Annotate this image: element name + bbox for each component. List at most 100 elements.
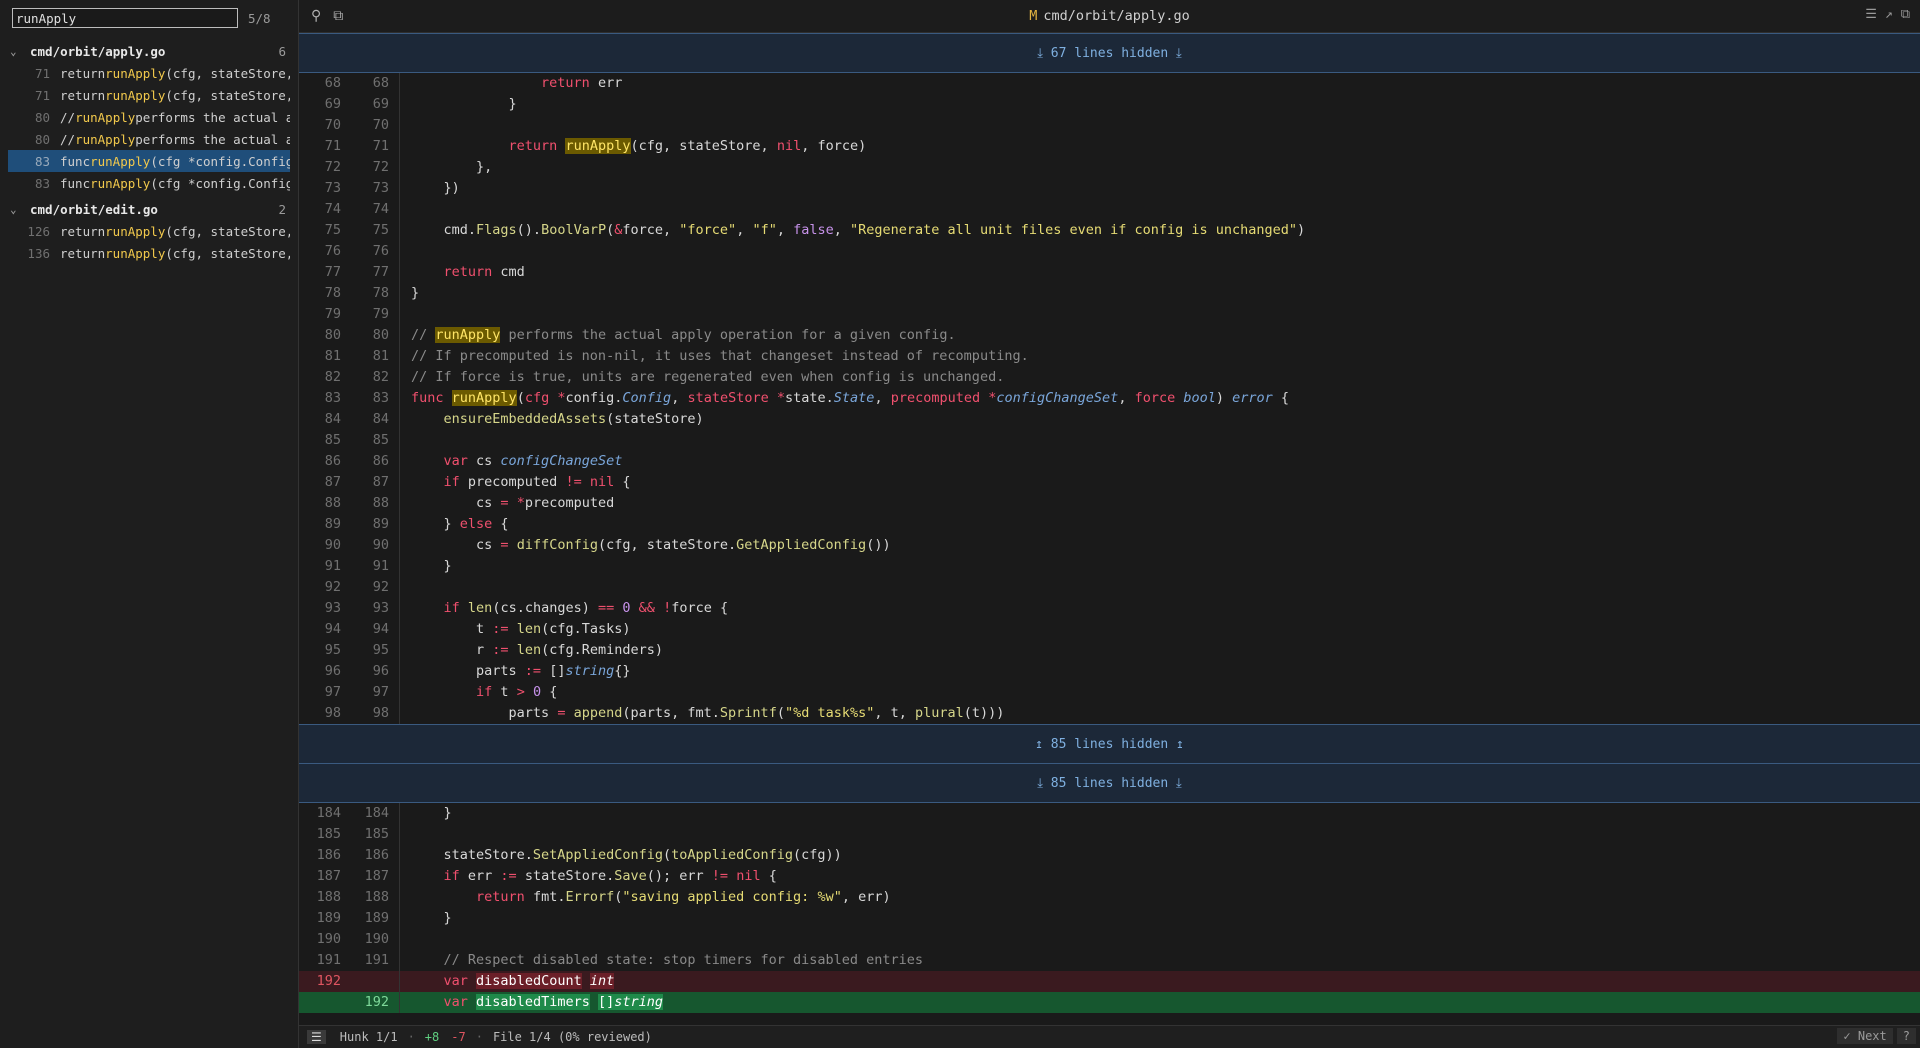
code-line[interactable]: 81 81 // If precomputed is non-nil, it use… <box>299 346 1920 367</box>
code-text: // runApply performs the actual apply op… <box>411 327 956 343</box>
search-match-item[interactable]: 71 return runApply(cfg, stateStore, ni <box>8 62 290 84</box>
code-line[interactable]: 74 74 <box>299 199 1920 220</box>
match-suffix: (cfg, stateStore, ni <box>165 87 290 103</box>
match-suffix: (cfg *config.Config, s <box>150 175 290 191</box>
deleted-line[interactable]: 192 var disabledCount int <box>299 971 1920 992</box>
new-line-number: 73 <box>372 180 389 196</box>
code-line[interactable]: 78 78} <box>299 283 1920 304</box>
code-line[interactable]: 186 186 stateStore.SetAppliedConfig(toApp… <box>299 845 1920 866</box>
result-file-header[interactable]: ⌄ cmd/orbit/edit.go 2 <box>0 198 298 220</box>
code-line[interactable]: 83 83 func runApply(cfg *config.Config, st… <box>299 388 1920 409</box>
code-line[interactable]: 184 184 } <box>299 803 1920 824</box>
code-line[interactable]: 90 90 cs = diffConfig(cfg, stateStore.Get… <box>299 535 1920 556</box>
code-line[interactable]: 189 189 } <box>299 908 1920 929</box>
code-line[interactable]: 76 76 <box>299 241 1920 262</box>
match-prefix: return <box>60 245 106 261</box>
search-icon[interactable]: ⚲ <box>311 8 321 24</box>
old-line-number: 190 <box>316 931 341 947</box>
code-text: } <box>411 910 452 926</box>
code-line[interactable]: 80 80 // runApply performs the actual appl… <box>299 325 1920 346</box>
match-highlight: runApply <box>105 245 166 261</box>
copy-icon[interactable]: ⧉ <box>333 8 343 24</box>
match-line-number: 83 <box>34 175 50 191</box>
new-line-number: 71 <box>372 138 389 154</box>
code-line[interactable]: 68 68 return err <box>299 73 1920 94</box>
code-line[interactable]: 71 71 return runApply(cfg, stateStore, ni… <box>299 136 1920 157</box>
code-line[interactable]: 92 92 <box>299 577 1920 598</box>
result-file-header[interactable]: ⌄ cmd/orbit/apply.go 6 <box>0 40 298 62</box>
search-input[interactable] <box>12 8 238 28</box>
code-line[interactable]: 187 187 if err := stateStore.Save(); err … <box>299 866 1920 887</box>
added-line[interactable]: 192 var disabledTimers []string <box>299 992 1920 1013</box>
result-file-name: cmd/orbit/edit.go <box>30 201 158 217</box>
code-line[interactable]: 87 87 if precomputed != nil { <box>299 472 1920 493</box>
new-line-number: 92 <box>372 579 389 595</box>
code-text: } <box>411 558 452 574</box>
list-icon[interactable]: ☰ <box>1865 7 1877 22</box>
code-text: return cmd <box>443 264 525 280</box>
code-line[interactable]: 79 79 <box>299 304 1920 325</box>
code-line[interactable]: 185 185 <box>299 824 1920 845</box>
split-view-icon[interactable]: ⧉ <box>1901 7 1910 22</box>
code-line[interactable]: 88 88 cs = *precomputed <box>299 493 1920 514</box>
added-count: +8 <box>424 1030 440 1044</box>
code-text: if precomputed != nil { <box>443 474 631 490</box>
code-line[interactable]: 72 72 }, <box>299 157 1920 178</box>
match-suffix: (cfg, stateStore, &c <box>165 245 290 261</box>
search-match-item[interactable]: 126 return runApply(cfg, stateStore, &c <box>8 220 290 242</box>
code-line[interactable]: 69 69 } <box>299 94 1920 115</box>
expand-hidden-lines-down[interactable]: ⤓ 85 lines hidden ⤓ <box>299 764 1920 803</box>
match-highlight: runApply <box>75 131 136 147</box>
next-button[interactable]: ✓ Next <box>1837 1028 1893 1044</box>
code-line[interactable]: 73 73 }) <box>299 178 1920 199</box>
code-line[interactable]: 70 70 <box>299 115 1920 136</box>
old-line-number: 93 <box>324 600 341 616</box>
code-line[interactable]: 84 84 ensureEmbeddedAssets(stateStore) <box>299 409 1920 430</box>
code-line[interactable]: 191 191 // Respect disabled state: stop t… <box>299 950 1920 971</box>
old-line-number: 192 <box>316 973 341 989</box>
code-text: stateStore.SetAppliedConfig(toAppliedCon… <box>411 847 842 863</box>
match-highlight: runApply <box>105 87 166 103</box>
code-text: }, <box>411 159 493 175</box>
old-line-number: 73 <box>324 180 341 196</box>
code-line[interactable]: 190 190 <box>299 929 1920 950</box>
old-line-number: 90 <box>324 537 341 553</box>
match-prefix: func <box>60 153 91 169</box>
code-line[interactable]: 82 82 // If force is true, units are regen… <box>299 367 1920 388</box>
match-suffix: performs the actual app <box>135 131 290 147</box>
code-line[interactable]: 97 97 if t > 0 { <box>299 682 1920 703</box>
code-line[interactable]: 93 93 if len(cs.changes) == 0 && !force { <box>299 598 1920 619</box>
help-button[interactable]: ? <box>1896 1028 1916 1044</box>
expand-hidden-lines-up[interactable]: ↥ 85 lines hidden ↥ <box>299 724 1920 764</box>
search-match-item[interactable]: 80 // runApply performs the actual app <box>8 106 290 128</box>
code-line[interactable]: 98 98 parts = append(parts, fmt.Sprintf("… <box>299 703 1920 724</box>
old-line-number: 184 <box>316 805 341 821</box>
old-line-number: 91 <box>324 558 341 574</box>
code-line[interactable]: 94 94 t := len(cfg.Tasks) <box>299 619 1920 640</box>
search-match-item[interactable]: 83 func runApply(cfg *config.Config, s <box>8 150 290 172</box>
diff-view: ⚲ ⧉ Mcmd/orbit/apply.go ☰ ↗ ⧉ ⤓ 67 lines… <box>299 0 1920 1048</box>
code-line[interactable]: 95 95 r := len(cfg.Reminders) <box>299 640 1920 661</box>
code-line[interactable]: 85 85 <box>299 430 1920 451</box>
search-match-item[interactable]: 71 return runApply(cfg, stateStore, ni <box>8 84 290 106</box>
expand-hidden-lines-top[interactable]: ⤓ 67 lines hidden ⤓ <box>299 33 1920 73</box>
code-line[interactable]: 89 89 } else { <box>299 514 1920 535</box>
code-line[interactable]: 77 77 return cmd <box>299 262 1920 283</box>
code-line[interactable]: 96 96 parts := []string{} <box>299 661 1920 682</box>
search-match-item[interactable]: 136 return runApply(cfg, stateStore, &c <box>8 242 290 264</box>
code-line[interactable]: 188 188 return fmt.Errorf("saving applied… <box>299 887 1920 908</box>
external-link-icon[interactable]: ↗ <box>1885 7 1893 22</box>
code-text: parts := []string{} <box>411 663 631 679</box>
code-line[interactable]: 86 86 var cs configChangeSet <box>299 451 1920 472</box>
modified-mark: M <box>1029 8 1038 24</box>
search-match-item[interactable]: 80 // runApply performs the actual app <box>8 128 290 150</box>
new-line-number: 80 <box>372 327 389 343</box>
new-line-number: 191 <box>364 952 389 968</box>
code-line[interactable]: 91 91 } <box>299 556 1920 577</box>
menu-icon[interactable]: ☰ <box>307 1030 326 1044</box>
search-match-item[interactable]: 83 func runApply(cfg *config.Config, s <box>8 172 290 194</box>
search-row: 5/8 <box>0 0 298 36</box>
match-highlight: runApply <box>75 109 136 125</box>
code-line[interactable]: 75 75 cmd.Flags().BoolVarP(&force, "force… <box>299 220 1920 241</box>
